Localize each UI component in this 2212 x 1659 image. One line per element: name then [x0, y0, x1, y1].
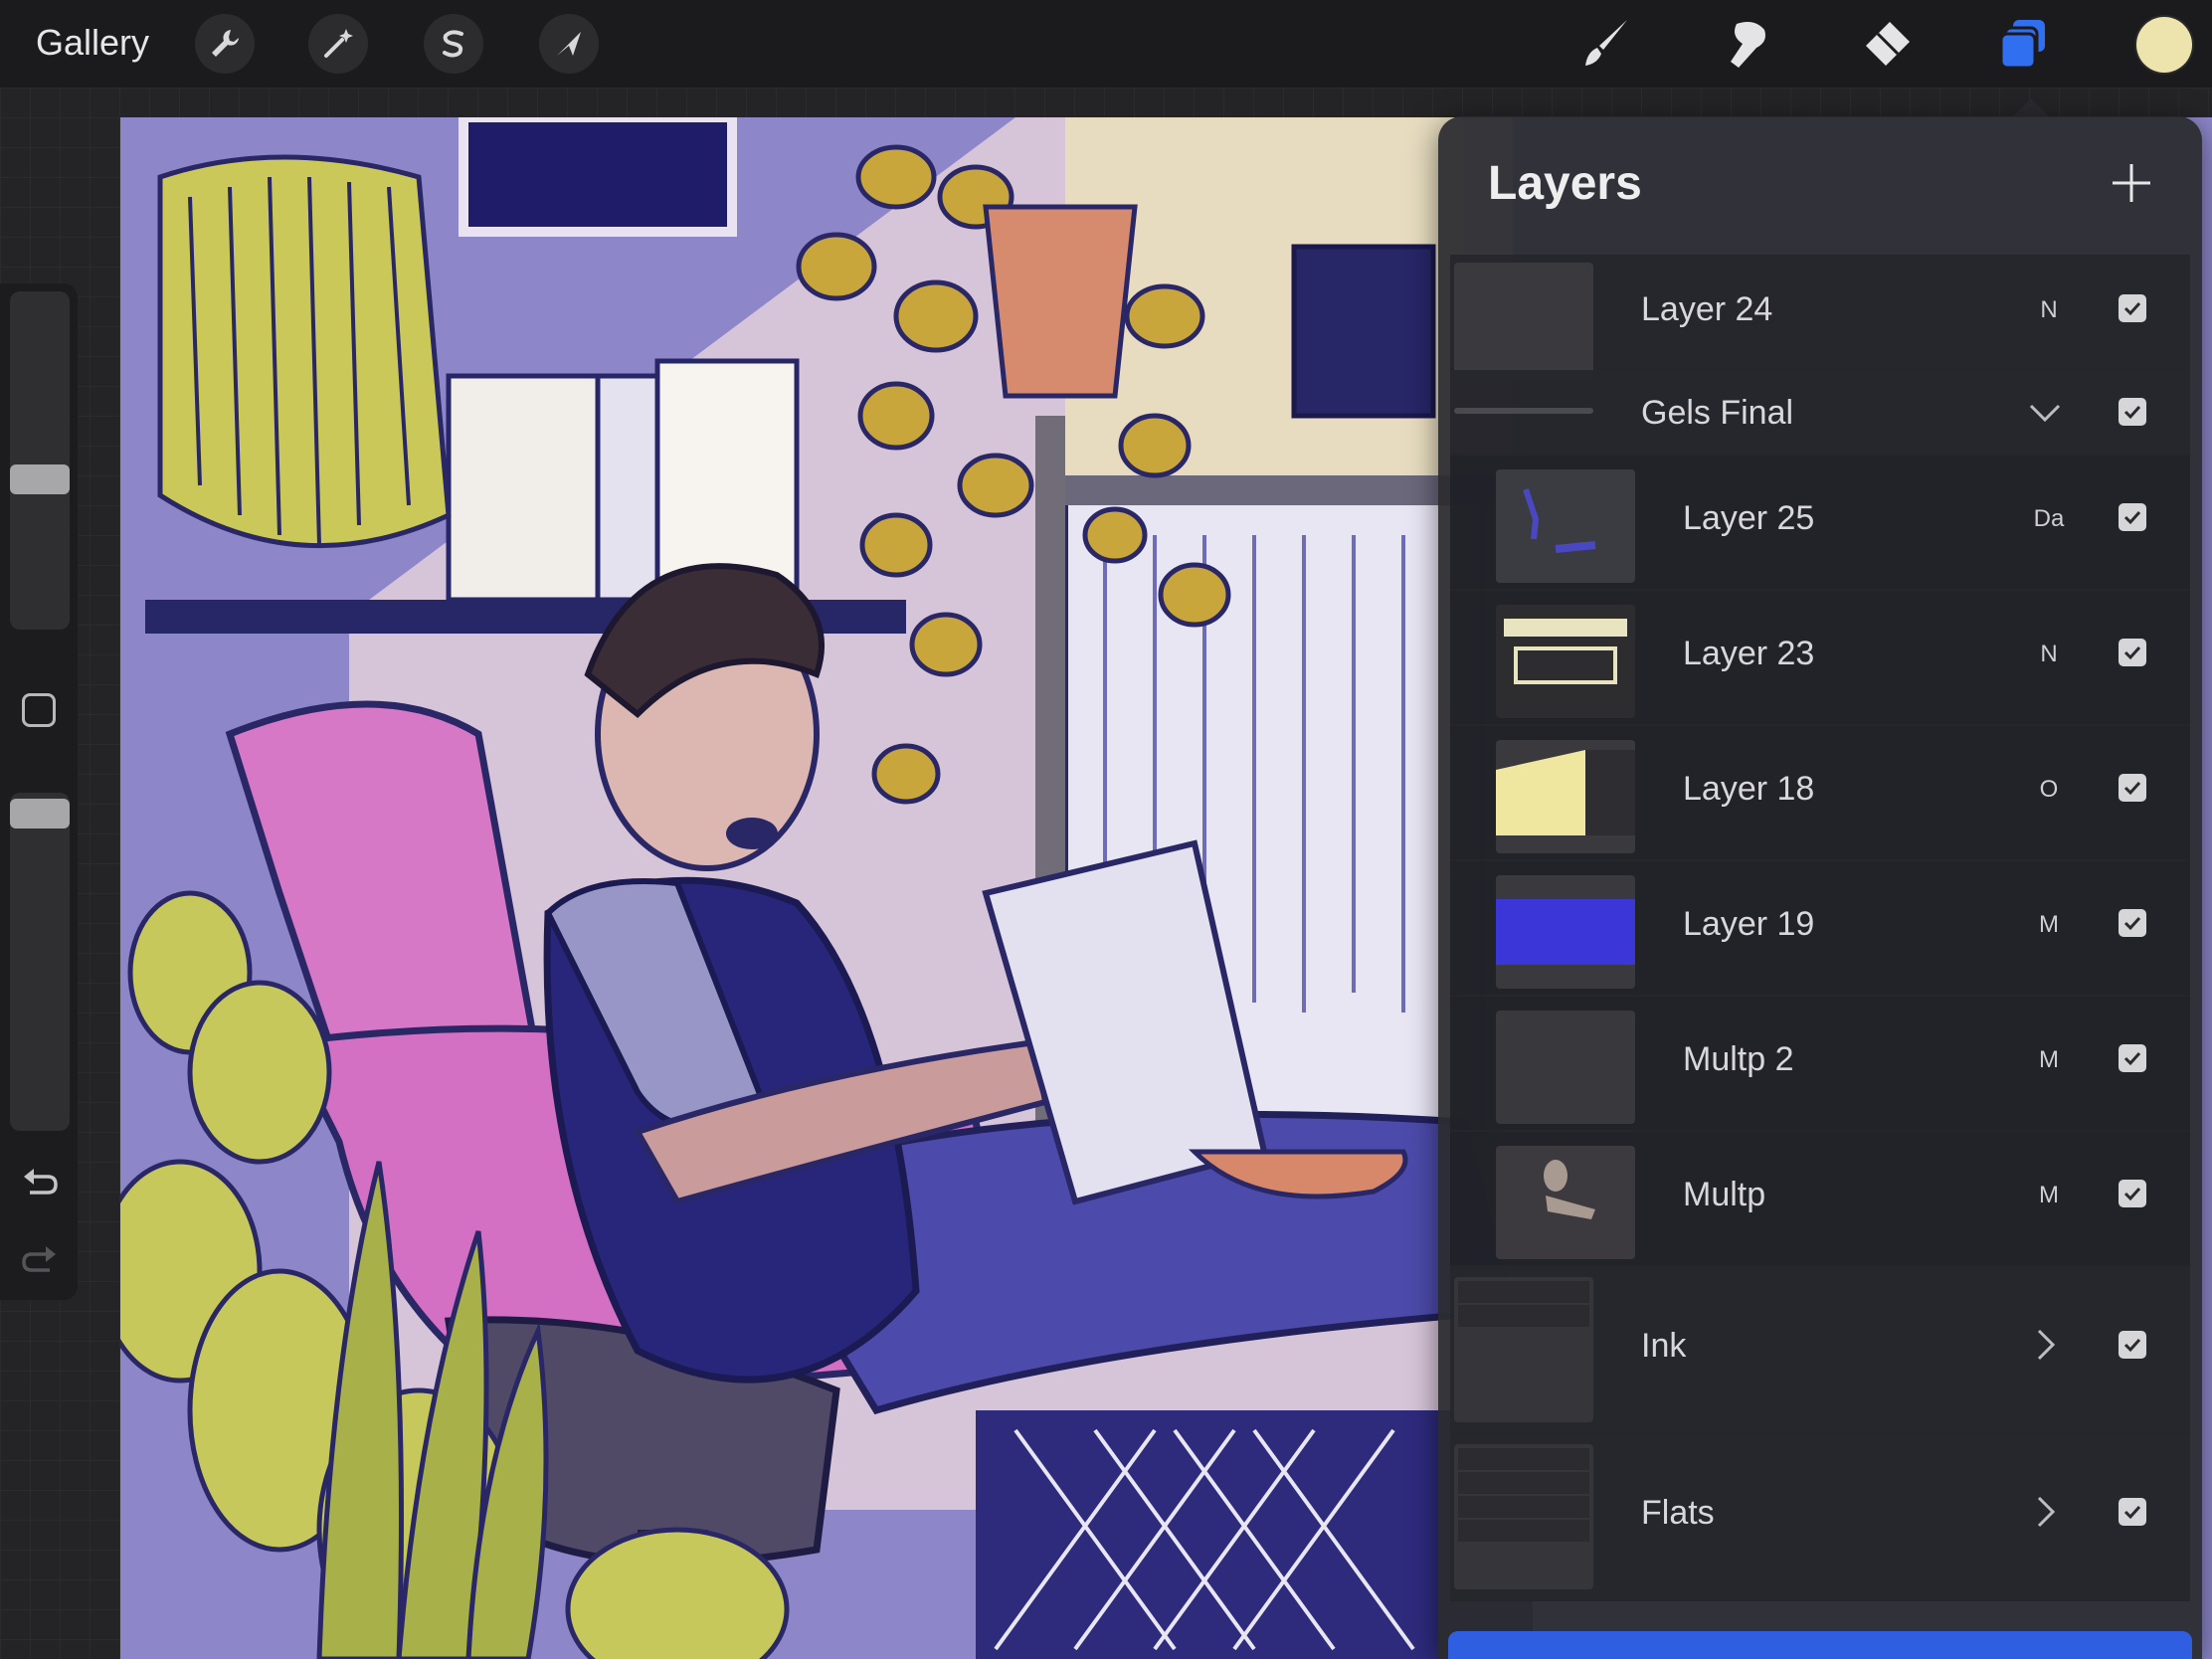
transform-arrow-icon	[557, 32, 581, 56]
gallery-button[interactable]: Gallery	[36, 22, 149, 64]
chevron-right-icon[interactable]	[2027, 1494, 2063, 1530]
opacity-thumb[interactable]	[10, 799, 70, 829]
group-thumbnail	[1454, 1444, 1593, 1589]
blend-mode-button[interactable]: M	[2029, 1182, 2069, 1209]
visibility-checkbox[interactable]	[2119, 774, 2146, 802]
group-thumbnail	[1454, 1277, 1593, 1422]
checkmark-icon	[2123, 781, 2141, 796]
blend-mode-button[interactable]: Da	[2029, 505, 2069, 533]
layer-row[interactable]: Layer 19 M	[1450, 861, 2190, 997]
layer-thumbnail	[1496, 1146, 1635, 1259]
selection-button[interactable]	[424, 14, 483, 74]
brush-tool-button[interactable]	[1577, 14, 1637, 74]
layer-name: Layer 18	[1683, 770, 1815, 808]
eraser-icon	[1866, 22, 1910, 66]
layer-thumbnail	[1496, 740, 1635, 853]
top-toolbar: Gallery	[0, 0, 2212, 88]
plus-icon[interactable]	[2111, 162, 2152, 204]
brush-size-thumb[interactable]	[10, 464, 70, 494]
layer-name: Multp 2	[1683, 1040, 1794, 1078]
checkmark-icon	[2123, 916, 2141, 931]
group-thumbnail	[1454, 408, 1593, 414]
layer-name: Multp	[1683, 1176, 1766, 1213]
layer-group-row[interactable]: Gels Final	[1450, 370, 2190, 456]
blend-mode-button[interactable]: O	[2029, 776, 2069, 804]
checkmark-icon	[2123, 1187, 2141, 1201]
layer-thumbnail	[1496, 469, 1635, 583]
visibility-checkbox[interactable]	[2119, 639, 2146, 666]
eraser-tool-button[interactable]	[1856, 14, 1916, 74]
layer-row[interactable]: Layer 25 Da	[1450, 456, 2190, 591]
visibility-checkbox[interactable]	[2119, 1180, 2146, 1207]
left-sidebar	[0, 283, 78, 1300]
blend-mode-button[interactable]: M	[2029, 911, 2069, 939]
opacity-slider[interactable]	[10, 793, 70, 1131]
smudge-icon	[1731, 22, 1765, 68]
blend-mode-button[interactable]: N	[2029, 641, 2069, 668]
panel-caret	[2013, 98, 2049, 116]
smudge-tool-button[interactable]	[1717, 14, 1776, 74]
checkmark-icon	[2123, 405, 2141, 420]
redo-icon[interactable]	[20, 1240, 60, 1280]
modify-button[interactable]	[22, 693, 56, 727]
adjustments-button[interactable]	[308, 14, 368, 74]
blend-mode-button[interactable]: N	[2029, 296, 2069, 324]
layer-name: Ink	[1641, 1327, 1687, 1365]
layer-row[interactable]: Layer 24 N	[1450, 255, 2190, 378]
layers-icon	[1999, 20, 2045, 70]
checkmark-icon	[2123, 645, 2141, 660]
checkmark-icon	[2123, 510, 2141, 525]
visibility-checkbox[interactable]	[2119, 1331, 2146, 1359]
layer-thumbnail	[1496, 875, 1635, 989]
wrench-icon	[212, 30, 239, 57]
visibility-checkbox[interactable]	[2119, 503, 2146, 531]
layer-name: Gels Final	[1641, 394, 1794, 432]
layer-name: Layer 19	[1683, 905, 1815, 943]
actions-button[interactable]	[195, 14, 255, 74]
blend-mode-button[interactable]: M	[2029, 1046, 2069, 1074]
layer-group-row[interactable]: Ink	[1450, 1267, 2190, 1434]
chevron-down-icon[interactable]	[2027, 394, 2063, 430]
panel-title: Layers	[1488, 157, 1642, 210]
layer-row[interactable]: Layer 23 N	[1450, 591, 2190, 726]
checkmark-icon	[2123, 1051, 2141, 1066]
layer-group-row[interactable]: Flats	[1450, 1434, 2190, 1601]
layer-row[interactable]: Layer 18 O	[1450, 726, 2190, 861]
selection-s-icon	[443, 30, 463, 58]
checkmark-icon	[2123, 301, 2141, 316]
visibility-checkbox[interactable]	[2119, 294, 2146, 322]
selected-layer-row[interactable]	[1448, 1631, 2192, 1659]
visibility-checkbox[interactable]	[2119, 1498, 2146, 1526]
layer-thumbnail	[1496, 1011, 1635, 1124]
layer-thumbnail	[1496, 605, 1635, 718]
undo-icon[interactable]	[20, 1163, 60, 1202]
layer-row[interactable]: Multp 2 M	[1450, 997, 2190, 1132]
layer-name: Layer 23	[1683, 635, 1815, 672]
transform-button[interactable]	[539, 14, 599, 74]
layer-name: Layer 24	[1641, 290, 1773, 328]
layer-row[interactable]: Multp M	[1450, 1132, 2190, 1267]
magic-wand-icon	[324, 29, 353, 58]
brush-icon	[1585, 20, 1627, 66]
checkmark-icon	[2123, 1338, 2141, 1353]
visibility-checkbox[interactable]	[2119, 1044, 2146, 1072]
layers-panel: Layers Layer 24 N Gels Final Layer 25 Da	[1438, 116, 2202, 1659]
layer-name: Flats	[1641, 1494, 1715, 1532]
checkmark-icon	[2123, 1505, 2141, 1520]
layer-thumbnail	[1454, 263, 1593, 378]
color-picker-button[interactable]	[2136, 17, 2192, 73]
chevron-right-icon[interactable]	[2027, 1327, 2063, 1363]
layers-tool-button[interactable]	[1995, 14, 2055, 74]
visibility-checkbox[interactable]	[2119, 909, 2146, 937]
brush-size-slider[interactable]	[10, 291, 70, 630]
layer-name: Layer 25	[1683, 499, 1815, 537]
visibility-checkbox[interactable]	[2119, 398, 2146, 426]
